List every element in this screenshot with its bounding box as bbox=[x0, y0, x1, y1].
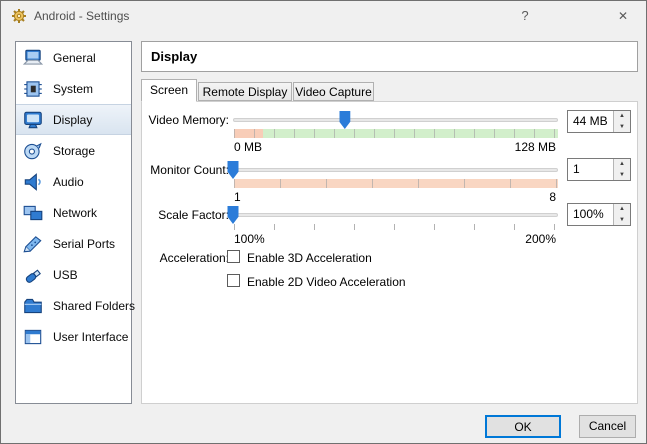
title-bar[interactable]: Android - Settings ? ✕ bbox=[1, 1, 646, 31]
enable-3d-acceleration-checkbox[interactable] bbox=[227, 250, 240, 263]
monitor-count-min-label: 1 bbox=[234, 190, 241, 204]
video-memory-scale bbox=[234, 129, 558, 138]
video-memory-spinner: ▲ ▼ bbox=[613, 111, 630, 132]
spin-up-icon[interactable]: ▲ bbox=[614, 159, 630, 170]
scale-factor-spinner: ▲ ▼ bbox=[613, 204, 630, 225]
monitor-count-scale-ticks bbox=[234, 179, 558, 188]
page-title: Display bbox=[151, 49, 197, 64]
video-memory-label: Video Memory: bbox=[119, 113, 229, 127]
sidebar-item-label: Display bbox=[53, 113, 92, 127]
settings-category-list: General System Display Storage Audio bbox=[15, 41, 132, 404]
video-memory-slider-thumb[interactable] bbox=[339, 111, 350, 129]
scale-factor-slider[interactable] bbox=[233, 206, 558, 224]
sidebar-item-label: Serial Ports bbox=[53, 237, 115, 251]
sidebar-item-label: Network bbox=[53, 206, 97, 220]
sidebar-item-label: General bbox=[53, 51, 96, 65]
sidebar-item-system[interactable]: System bbox=[16, 73, 131, 104]
spin-up-icon[interactable]: ▲ bbox=[614, 111, 630, 122]
cancel-button[interactable]: Cancel bbox=[579, 415, 636, 438]
user-interface-icon bbox=[22, 326, 44, 348]
tab-video-capture[interactable]: Video Capture bbox=[293, 82, 374, 101]
sidebar-item-display[interactable]: Display bbox=[16, 104, 131, 135]
video-memory-min-label: 0 MB bbox=[234, 140, 262, 154]
scale-factor-max-label: 200% bbox=[525, 232, 556, 246]
audio-icon bbox=[22, 171, 44, 193]
sidebar-item-label: System bbox=[53, 82, 93, 96]
page-header: Display bbox=[141, 41, 638, 72]
enable-3d-acceleration-label[interactable]: Enable 3D Acceleration bbox=[247, 251, 372, 265]
enable-2d-video-acceleration-label[interactable]: Enable 2D Video Acceleration bbox=[247, 275, 406, 289]
close-button[interactable]: ✕ bbox=[607, 1, 639, 31]
sidebar-item-user-interface[interactable]: User Interface bbox=[16, 321, 131, 352]
monitor-count-scale bbox=[234, 179, 558, 188]
settings-gear-icon bbox=[11, 8, 27, 24]
sidebar-item-usb[interactable]: USB bbox=[16, 259, 131, 290]
scale-factor-min-label: 100% bbox=[234, 232, 265, 246]
scale-factor-value[interactable]: 100% bbox=[568, 204, 613, 225]
sidebar-item-label: Shared Folders bbox=[53, 299, 135, 313]
system-icon bbox=[22, 78, 44, 100]
sidebar-item-audio[interactable]: Audio bbox=[16, 166, 131, 197]
enable-2d-video-acceleration-checkbox[interactable] bbox=[227, 274, 240, 287]
monitor-count-spinbox[interactable]: 1 ▲ ▼ bbox=[567, 158, 631, 181]
monitor-count-label: Monitor Count: bbox=[119, 163, 229, 177]
spin-down-icon[interactable]: ▼ bbox=[614, 122, 630, 133]
video-memory-slider[interactable] bbox=[233, 111, 558, 129]
serial-ports-icon bbox=[22, 233, 44, 255]
sidebar-item-label: User Interface bbox=[53, 330, 128, 344]
sidebar-item-label: Storage bbox=[53, 144, 95, 158]
video-memory-scale-ticks bbox=[234, 129, 558, 138]
monitor-count-value[interactable]: 1 bbox=[568, 159, 613, 180]
spin-down-icon[interactable]: ▼ bbox=[614, 215, 630, 226]
sidebar-item-general[interactable]: General bbox=[16, 42, 131, 73]
network-icon bbox=[22, 202, 44, 224]
tab-screen[interactable]: Screen bbox=[141, 79, 197, 102]
spin-down-icon[interactable]: ▼ bbox=[614, 170, 630, 181]
monitor-count-slider[interactable] bbox=[233, 161, 558, 179]
video-memory-spinbox[interactable]: 44 MB ▲ ▼ bbox=[567, 110, 631, 133]
monitor-count-spinner: ▲ ▼ bbox=[613, 159, 630, 180]
window-title: Android - Settings bbox=[34, 9, 129, 23]
usb-icon bbox=[22, 264, 44, 286]
help-button[interactable]: ? bbox=[509, 1, 541, 31]
storage-icon bbox=[22, 140, 44, 162]
scale-factor-label: Scale Factor: bbox=[119, 208, 229, 222]
spin-up-icon[interactable]: ▲ bbox=[614, 204, 630, 215]
sidebar-item-label: USB bbox=[53, 268, 78, 282]
sidebar-item-label: Audio bbox=[53, 175, 84, 189]
video-memory-value[interactable]: 44 MB bbox=[568, 111, 613, 132]
scale-factor-ticks bbox=[234, 224, 558, 230]
video-memory-max-label: 128 MB bbox=[515, 140, 556, 154]
acceleration-label: Acceleration: bbox=[119, 251, 229, 265]
tab-remote-display[interactable]: Remote Display bbox=[198, 82, 292, 101]
monitor-count-max-label: 8 bbox=[549, 190, 556, 204]
ok-button[interactable]: OK bbox=[485, 415, 561, 438]
sidebar-item-storage[interactable]: Storage bbox=[16, 135, 131, 166]
display-icon bbox=[22, 109, 44, 131]
settings-dialog: Android - Settings ? ✕ General System Di… bbox=[0, 0, 647, 444]
sidebar-item-network[interactable]: Network bbox=[16, 197, 131, 228]
sidebar-item-serial-ports[interactable]: Serial Ports bbox=[16, 228, 131, 259]
scale-factor-spinbox[interactable]: 100% ▲ ▼ bbox=[567, 203, 631, 226]
sidebar-item-shared-folders[interactable]: Shared Folders bbox=[16, 290, 131, 321]
shared-folders-icon bbox=[22, 295, 44, 317]
general-icon bbox=[22, 47, 44, 69]
